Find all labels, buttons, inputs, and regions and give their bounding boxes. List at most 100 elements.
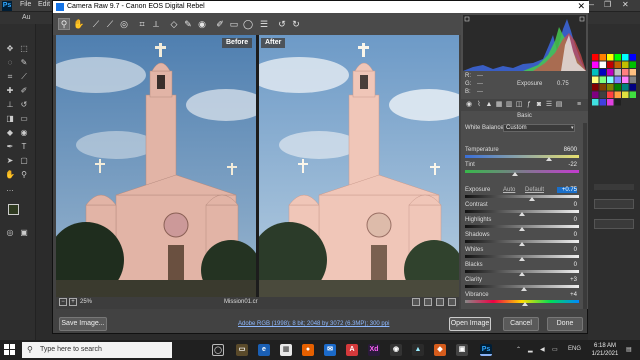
presets-tab-icon[interactable]: ☰: [545, 101, 553, 109]
workflow-options-link[interactable]: Adobe RGB (1998); 8 bit; 2048 by 3072 (6…: [238, 321, 389, 327]
swap-settings-icon[interactable]: [424, 298, 432, 306]
chrome-icon[interactable]: ◉: [390, 344, 402, 356]
quick-select-tool-icon[interactable]: ✎: [19, 58, 29, 68]
language-indicator[interactable]: ENG: [568, 346, 581, 352]
slider-value-exposure[interactable]: +0.75: [557, 187, 577, 193]
open-image-button[interactable]: Open Image: [449, 317, 491, 331]
slider-track-tint[interactable]: [465, 170, 579, 173]
tone-curve-tab-icon[interactable]: ⌇: [475, 101, 483, 109]
vlc-icon[interactable]: ▲: [412, 344, 424, 356]
image-preview[interactable]: Before After: [56, 35, 459, 297]
slider-thumb-vibrance[interactable]: [522, 302, 529, 306]
rotate-left-icon[interactable]: ↺: [277, 19, 287, 29]
color-swatch[interactable]: [629, 54, 637, 61]
lasso-tool-icon[interactable]: ◌: [5, 58, 15, 68]
color-swatch[interactable]: [622, 84, 629, 91]
blur-tool-icon[interactable]: ◆: [5, 128, 15, 138]
swatch-grid[interactable]: [588, 54, 640, 164]
file-explorer-icon[interactable]: ▭: [236, 344, 248, 356]
color-swatch[interactable]: [599, 84, 607, 91]
zoom-tool-icon[interactable]: ⚲: [58, 18, 70, 30]
layers-field[interactable]: [594, 199, 634, 209]
properties-field[interactable]: [594, 219, 634, 229]
color-sampler-tool-icon[interactable]: ⟋: [105, 19, 115, 29]
snapshots-tab-icon[interactable]: ▤: [555, 101, 563, 109]
slider-value-whites[interactable]: 0: [557, 247, 577, 253]
maximize-button[interactable]: ❐: [604, 0, 611, 9]
volume-icon[interactable]: ◀: [540, 346, 545, 353]
stamp-tool-icon[interactable]: ⊥: [5, 100, 15, 110]
notifications-icon[interactable]: ▤: [626, 346, 632, 353]
quick-mask-icon[interactable]: ◎: [5, 228, 15, 238]
color-swatch[interactable]: [614, 76, 622, 84]
white-balance-tool-icon[interactable]: ⟋: [91, 19, 101, 29]
store-icon[interactable]: ▦: [280, 344, 292, 356]
lens-tab-icon[interactable]: ◫: [515, 101, 523, 109]
slider-value-shadows[interactable]: 0: [557, 232, 577, 238]
menu-edit[interactable]: Edit: [38, 1, 50, 8]
color-swatch[interactable]: [599, 99, 607, 106]
color-swatch[interactable]: [629, 84, 637, 91]
color-swatch[interactable]: [599, 54, 607, 61]
slider-thumb-whites[interactable]: [519, 257, 525, 261]
photoshop-taskbar-icon[interactable]: Ps: [480, 344, 492, 356]
straighten-tool-icon[interactable]: ⟂: [151, 19, 161, 29]
pen-tool-icon[interactable]: ✒: [5, 142, 15, 152]
slider-value-tint[interactable]: -22: [557, 162, 577, 168]
network-icon[interactable]: ▂: [528, 346, 533, 353]
color-swatch[interactable]: [607, 91, 614, 99]
slider-value-contrast[interactable]: 0: [557, 202, 577, 208]
copy-settings-icon[interactable]: [436, 298, 444, 306]
color-swatch[interactable]: [607, 61, 614, 69]
color-swatch[interactable]: [592, 54, 599, 61]
crop-tool-icon[interactable]: ⌗: [5, 72, 15, 82]
menu-file[interactable]: File: [20, 1, 31, 8]
zoom-tool-icon[interactable]: ⚲: [19, 170, 29, 180]
acrobat-icon[interactable]: A: [346, 344, 358, 356]
red-eye-tool-icon[interactable]: ◉: [197, 19, 207, 29]
path-select-tool-icon[interactable]: ➤: [5, 156, 15, 166]
tray-chevron-icon[interactable]: ⌃: [516, 346, 521, 353]
photos-icon[interactable]: ▣: [456, 344, 468, 356]
auto-link[interactable]: Auto: [503, 187, 515, 193]
white-balance-select[interactable]: Custom: [503, 124, 575, 132]
adobe-xd-icon[interactable]: Xd: [368, 344, 380, 356]
color-swatch[interactable]: [592, 91, 599, 99]
slider-thumb-shadows[interactable]: [519, 242, 525, 246]
camera-calibration-tab-icon[interactable]: ◙: [535, 101, 543, 109]
color-swatch[interactable]: [622, 54, 629, 61]
graduated-filter-icon[interactable]: ▭: [229, 19, 239, 29]
hand-tool-icon[interactable]: ✋: [73, 19, 84, 29]
screen-mode-icon[interactable]: ▣: [19, 228, 29, 238]
task-view-icon[interactable]: ◯: [212, 344, 224, 356]
mail-icon[interactable]: ✉: [324, 344, 336, 356]
color-swatch[interactable]: [599, 76, 607, 84]
close-window-button[interactable]: ✕: [622, 0, 629, 9]
marquee-tool-icon[interactable]: ⬚: [19, 44, 29, 54]
color-swatch[interactable]: [622, 61, 629, 69]
color-swatch[interactable]: [599, 69, 607, 76]
color-swatch[interactable]: [592, 76, 599, 84]
color-swatch[interactable]: [592, 84, 599, 91]
color-swatch[interactable]: [614, 91, 622, 99]
panel-scrollbar[interactable]: [583, 123, 587, 309]
brush-tool-icon[interactable]: ✐: [19, 86, 29, 96]
transform-tool-icon[interactable]: ◇: [169, 19, 179, 29]
slider-thumb-highlights[interactable]: [519, 227, 525, 231]
slider-value-vibrance[interactable]: +4: [557, 292, 577, 298]
slider-value-blacks[interactable]: 0: [557, 262, 577, 268]
color-swatch[interactable]: [629, 76, 637, 84]
windows-start-icon[interactable]: [4, 344, 16, 356]
color-swatch[interactable]: [622, 69, 629, 76]
slider-track-exposure[interactable]: [465, 195, 579, 198]
color-swatch[interactable]: [614, 99, 622, 106]
targeted-adjustment-tool-icon[interactable]: ◎: [119, 19, 129, 29]
radial-filter-icon[interactable]: ◯: [243, 19, 253, 29]
effects-tab-icon[interactable]: ƒ: [525, 101, 533, 109]
color-swatch[interactable]: [607, 54, 614, 61]
color-swatch[interactable]: [622, 76, 629, 84]
taskbar-search[interactable]: ⚲ Type here to search: [22, 342, 172, 358]
more-tools-icon[interactable]: …: [5, 184, 15, 194]
color-swatch[interactable]: [599, 61, 607, 69]
gradient-tool-icon[interactable]: ▭: [19, 114, 29, 124]
